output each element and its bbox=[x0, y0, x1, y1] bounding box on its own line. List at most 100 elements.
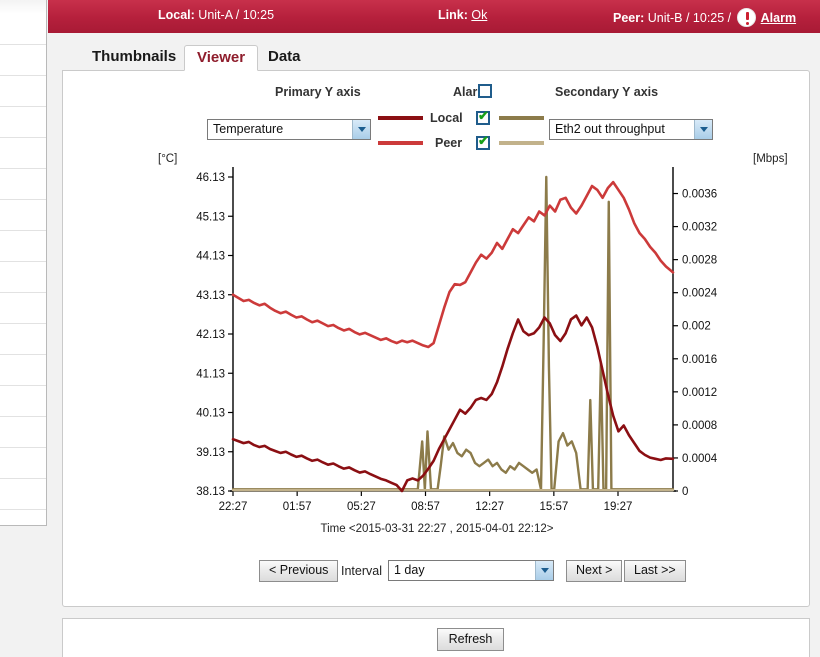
sidebar-item-label bbox=[0, 417, 46, 425]
legend-label-local: Local bbox=[430, 111, 463, 125]
sidebar-item-label: gs bbox=[0, 200, 46, 222]
sidebar-item-15 bbox=[0, 479, 46, 510]
status-link-label: Link: bbox=[438, 8, 468, 22]
svg-text:39.13: 39.13 bbox=[196, 447, 225, 459]
status-bar: Local: Unit-A / 10:25 Link: Ok Peer: Uni… bbox=[48, 0, 820, 33]
chevron-down-icon bbox=[694, 120, 712, 139]
primary-axis-select-value: Temperature bbox=[213, 122, 284, 136]
svg-text:0.0008: 0.0008 bbox=[682, 420, 717, 432]
sidebar-item-label bbox=[0, 169, 46, 177]
status-local: Local: Unit-A / 10:25 bbox=[158, 8, 274, 22]
alert-exclamation-icon bbox=[736, 8, 756, 27]
sidebar-top-shade bbox=[0, 0, 46, 14]
sidebar-item-label: nce bbox=[0, 386, 46, 408]
sidebar-item-label bbox=[0, 324, 46, 332]
sidebar-item-6[interactable]: gs bbox=[0, 200, 46, 231]
sidebar-item-label bbox=[0, 479, 46, 487]
sidebar-item-7 bbox=[0, 231, 46, 262]
sidebar-item-13 bbox=[0, 417, 46, 448]
svg-text:44.13: 44.13 bbox=[196, 251, 225, 263]
sidebar-item-9 bbox=[0, 293, 46, 324]
tab-viewer[interactable]: Viewer bbox=[184, 45, 259, 71]
chart-svg: 38.13 39.13 40.13 41.13 42.13 43.13 44.13 45.13… bbox=[196, 167, 718, 513]
status-peer-label: Peer: bbox=[613, 11, 645, 25]
svg-text:0.0012: 0.0012 bbox=[682, 387, 717, 399]
local-checkbox[interactable] bbox=[476, 109, 490, 125]
status-peer-value: Unit-B / 10:25 / bbox=[647, 11, 732, 25]
svg-text:19:27: 19:27 bbox=[604, 501, 633, 513]
svg-text:0.0032: 0.0032 bbox=[682, 222, 717, 234]
secondary-axis-label: Secondary Y axis bbox=[555, 85, 659, 99]
chevron-down-icon bbox=[352, 120, 370, 139]
sidebar-item-label bbox=[0, 355, 46, 363]
sidebar-item-3 bbox=[0, 107, 46, 138]
sidebar-item-label bbox=[0, 45, 46, 53]
alarm-checkbox[interactable] bbox=[478, 84, 492, 98]
secondary-axis-select[interactable]: Eth2 out throughput bbox=[549, 119, 713, 140]
svg-text:0.0016: 0.0016 bbox=[682, 354, 717, 366]
svg-text:0: 0 bbox=[682, 486, 688, 498]
svg-text:0.0024: 0.0024 bbox=[682, 288, 718, 300]
status-local-value: Unit-A / 10:25 bbox=[198, 8, 275, 22]
interval-label: Interval bbox=[341, 564, 382, 578]
interval-select-value: 1 day bbox=[394, 563, 425, 577]
svg-text:12:27: 12:27 bbox=[475, 501, 504, 513]
sidebar-item-label bbox=[0, 448, 46, 456]
status-peer: Peer: Unit-B / 10:25 / Alarm bbox=[613, 8, 796, 27]
sidebar-item-12[interactable]: nce bbox=[0, 386, 46, 417]
sidebar-item-10 bbox=[0, 324, 46, 355]
sidebar-item-label bbox=[0, 107, 46, 115]
status-local-label: Local: bbox=[158, 8, 195, 22]
svg-text:01:57: 01:57 bbox=[283, 501, 312, 513]
secondary-axis-unit: [Mbps] bbox=[753, 153, 788, 165]
svg-text:0.0028: 0.0028 bbox=[682, 255, 717, 267]
sidebar-item-label bbox=[0, 231, 46, 239]
app-root: ccess gs nce Local: Unit-A / 10:25 Link: O… bbox=[0, 0, 820, 657]
peer-checkbox[interactable] bbox=[476, 134, 490, 150]
svg-text:41.13: 41.13 bbox=[196, 368, 225, 380]
next-button[interactable]: Next > bbox=[566, 560, 623, 582]
svg-text:38.13: 38.13 bbox=[196, 486, 225, 498]
legend-label-peer: Peer bbox=[435, 136, 463, 150]
refresh-button[interactable]: Refresh bbox=[437, 628, 504, 651]
sidebar-item-2 bbox=[0, 76, 46, 107]
sidebar-item-label bbox=[0, 510, 46, 518]
sidebar-item-14 bbox=[0, 448, 46, 479]
sidebar-item-label bbox=[0, 262, 46, 270]
svg-text:15:57: 15:57 bbox=[539, 501, 568, 513]
primary-axis-select[interactable]: Temperature bbox=[207, 119, 371, 140]
status-link: Link: Ok bbox=[438, 8, 487, 22]
legend-swatch-peer-secondary bbox=[499, 141, 544, 145]
x-axis-title: Time <2015-03-31 22:27 , 2015-04-01 22:1… bbox=[320, 523, 554, 535]
tab-data[interactable]: Data bbox=[256, 45, 313, 71]
last-button[interactable]: Last >> bbox=[624, 560, 686, 582]
svg-text:46.13: 46.13 bbox=[196, 172, 225, 184]
sidebar-item-label bbox=[0, 76, 46, 84]
previous-button[interactable]: < Previous bbox=[259, 560, 339, 582]
series-local-secondary bbox=[231, 175, 675, 491]
legend-swatch-peer-primary bbox=[378, 141, 423, 145]
sidebar-item-8 bbox=[0, 262, 46, 293]
primary-axis-label: Primary Y axis bbox=[275, 85, 361, 99]
chevron-down-icon bbox=[535, 561, 553, 580]
svg-text:0.002: 0.002 bbox=[682, 321, 711, 333]
sidebar-item-label bbox=[0, 14, 46, 22]
svg-text:22:27: 22:27 bbox=[219, 501, 248, 513]
sidebar-item-1 bbox=[0, 45, 46, 76]
svg-text:0.0036: 0.0036 bbox=[682, 189, 717, 201]
tab-thumbnails[interactable]: Thumbnails bbox=[80, 45, 188, 71]
primary-axis-unit: [°C] bbox=[158, 153, 178, 165]
sidebar-item-16 bbox=[0, 510, 46, 525]
bottom-bar: Refresh bbox=[62, 618, 810, 657]
svg-text:08:57: 08:57 bbox=[411, 501, 440, 513]
legend-swatch-local-secondary bbox=[499, 116, 544, 120]
svg-text:42.13: 42.13 bbox=[196, 329, 225, 341]
chart-area: [°C] [Mbps] 38.13 39.13 40.13 41.13 42.13 43.… bbox=[63, 153, 811, 553]
legend-swatch-local-primary bbox=[378, 116, 423, 120]
interval-select[interactable]: 1 day bbox=[388, 560, 554, 581]
alarm-link[interactable]: Alarm bbox=[761, 11, 796, 25]
svg-text:0.0004: 0.0004 bbox=[682, 453, 718, 465]
sidebar-item-4[interactable]: ccess bbox=[0, 138, 46, 169]
status-link-value[interactable]: Ok bbox=[471, 8, 487, 22]
svg-text:05:27: 05:27 bbox=[347, 501, 376, 513]
